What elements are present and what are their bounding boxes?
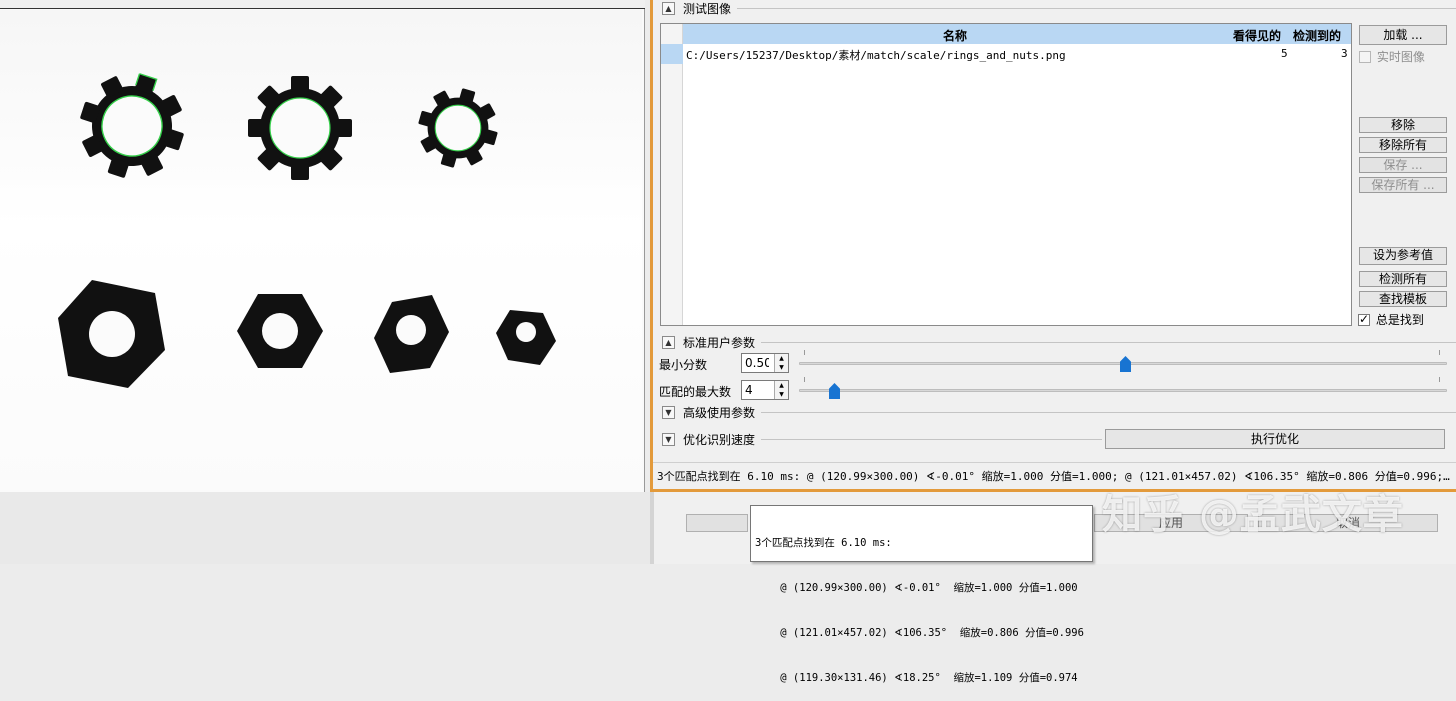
detect-all-button[interactable]: 检测所有 xyxy=(1359,271,1447,287)
test-image-list[interactable]: 名称 看得见的 检测到的 C:/Users/15237/Desktop/素材/m… xyxy=(660,23,1352,326)
max-matches-slider[interactable] xyxy=(799,377,1447,403)
section-title-optimize: 优化识别速度 xyxy=(683,432,756,447)
live-image-option[interactable]: 实时图像 xyxy=(1359,48,1449,64)
nut-1 xyxy=(58,280,165,388)
always-find-label: 总是找到 xyxy=(1375,313,1424,327)
run-optimize-button[interactable]: 执行优化 xyxy=(1105,429,1445,449)
section-title-test-images: 测试图像 xyxy=(683,1,732,16)
image-canvas[interactable] xyxy=(0,10,642,490)
max-matches-label: 匹配的最大数 xyxy=(659,385,732,399)
advanced-params-header: ▼ 高级使用参数 xyxy=(662,404,1456,420)
min-score-label: 最小分数 xyxy=(659,358,708,372)
row-name: C:/Users/15237/Desktop/素材/match/scale/ri… xyxy=(686,49,1066,62)
list-header: 名称 看得见的 检测到的 xyxy=(683,24,1351,44)
remove-button[interactable]: 移除 xyxy=(1359,117,1447,133)
rings-and-nuts-image xyxy=(58,60,556,388)
slider-thumb[interactable] xyxy=(829,383,840,399)
nut-4 xyxy=(496,310,556,365)
section-title-advanced: 高级使用参数 xyxy=(683,405,756,420)
expand-icon[interactable]: ▼ xyxy=(662,432,675,446)
row-detected: 3 xyxy=(1341,47,1348,60)
gear-3 xyxy=(409,79,507,177)
row-seen: 5 xyxy=(1281,47,1288,60)
min-score-input[interactable] xyxy=(742,354,772,372)
always-find-option[interactable]: 总是找到 xyxy=(1358,311,1448,327)
tooltip-line: @ (121.01×457.02) ∢106.35° 缩放=0.806 分值=0… xyxy=(755,627,1084,639)
background-button[interactable] xyxy=(686,514,748,532)
tooltip-line: @ (119.30×131.46) ∢18.25° 缩放=1.109 分值=0.… xyxy=(755,672,1078,684)
column-seen[interactable]: 看得见的 xyxy=(1233,27,1281,44)
gear-1 xyxy=(66,60,198,192)
min-score-slider[interactable] xyxy=(799,350,1447,376)
load-button[interactable]: 加载 ... xyxy=(1359,25,1447,45)
viewer-toolbar xyxy=(0,0,645,9)
set-reference-button[interactable]: 设为参考值 xyxy=(1359,247,1447,265)
live-image-checkbox[interactable] xyxy=(1359,51,1371,63)
matching-dialog: ▲ 测试图像 名称 看得见的 检测到的 C:/Users/15237/Deskt… xyxy=(650,0,1456,492)
spin-arrows-icon[interactable]: ▲ ▼ xyxy=(774,381,788,399)
list-item[interactable]: C:/Users/15237/Desktop/素材/match/scale/ri… xyxy=(661,44,1351,64)
gear-2 xyxy=(248,76,352,180)
image-viewer[interactable] xyxy=(0,0,645,492)
max-matches-input[interactable] xyxy=(742,381,772,399)
find-model-button[interactable]: 查找模板 xyxy=(1359,291,1447,307)
slider-thumb[interactable] xyxy=(1120,356,1131,372)
column-detected[interactable]: 检测到的 xyxy=(1293,27,1341,44)
collapse-icon[interactable]: ▲ xyxy=(662,335,675,349)
expand-icon[interactable]: ▼ xyxy=(662,405,675,419)
list-row-header xyxy=(661,24,683,325)
live-image-label: 实时图像 xyxy=(1376,50,1425,64)
column-name[interactable]: 名称 xyxy=(943,27,967,44)
empty-area xyxy=(0,492,650,564)
section-title-standard-params: 标准用户参数 xyxy=(683,335,756,350)
spin-arrows-icon[interactable]: ▲ ▼ xyxy=(774,354,788,372)
min-score-spinbox[interactable]: ▲▼ xyxy=(741,353,789,373)
max-matches-spinbox[interactable]: ▲▼ xyxy=(741,380,789,400)
save-button[interactable]: 保存 ... xyxy=(1359,157,1447,173)
nut-2 xyxy=(237,294,323,368)
test-images-header: ▲ 测试图像 xyxy=(662,0,1456,16)
collapse-icon[interactable]: ▲ xyxy=(662,1,675,15)
save-all-button[interactable]: 保存所有 ... xyxy=(1359,177,1447,193)
standard-params-header: ▲ 标准用户参数 xyxy=(662,334,1456,350)
tooltip-line: @ (120.99×300.00) ∢-0.01° 缩放=1.000 分值=1.… xyxy=(755,582,1078,594)
watermark: 知乎 @孟武文章 xyxy=(1102,492,1404,538)
always-find-checkbox[interactable] xyxy=(1358,312,1370,326)
optimize-header: ▼ 优化识别速度 xyxy=(662,431,1102,447)
result-tooltip: 3个匹配点找到在 6.10 ms: @ (120.99×300.00) ∢-0.… xyxy=(750,505,1093,684)
nut-3 xyxy=(374,295,449,373)
tooltip-line: 3个匹配点找到在 6.10 ms: xyxy=(755,537,892,549)
remove-all-button[interactable]: 移除所有 xyxy=(1359,137,1447,153)
